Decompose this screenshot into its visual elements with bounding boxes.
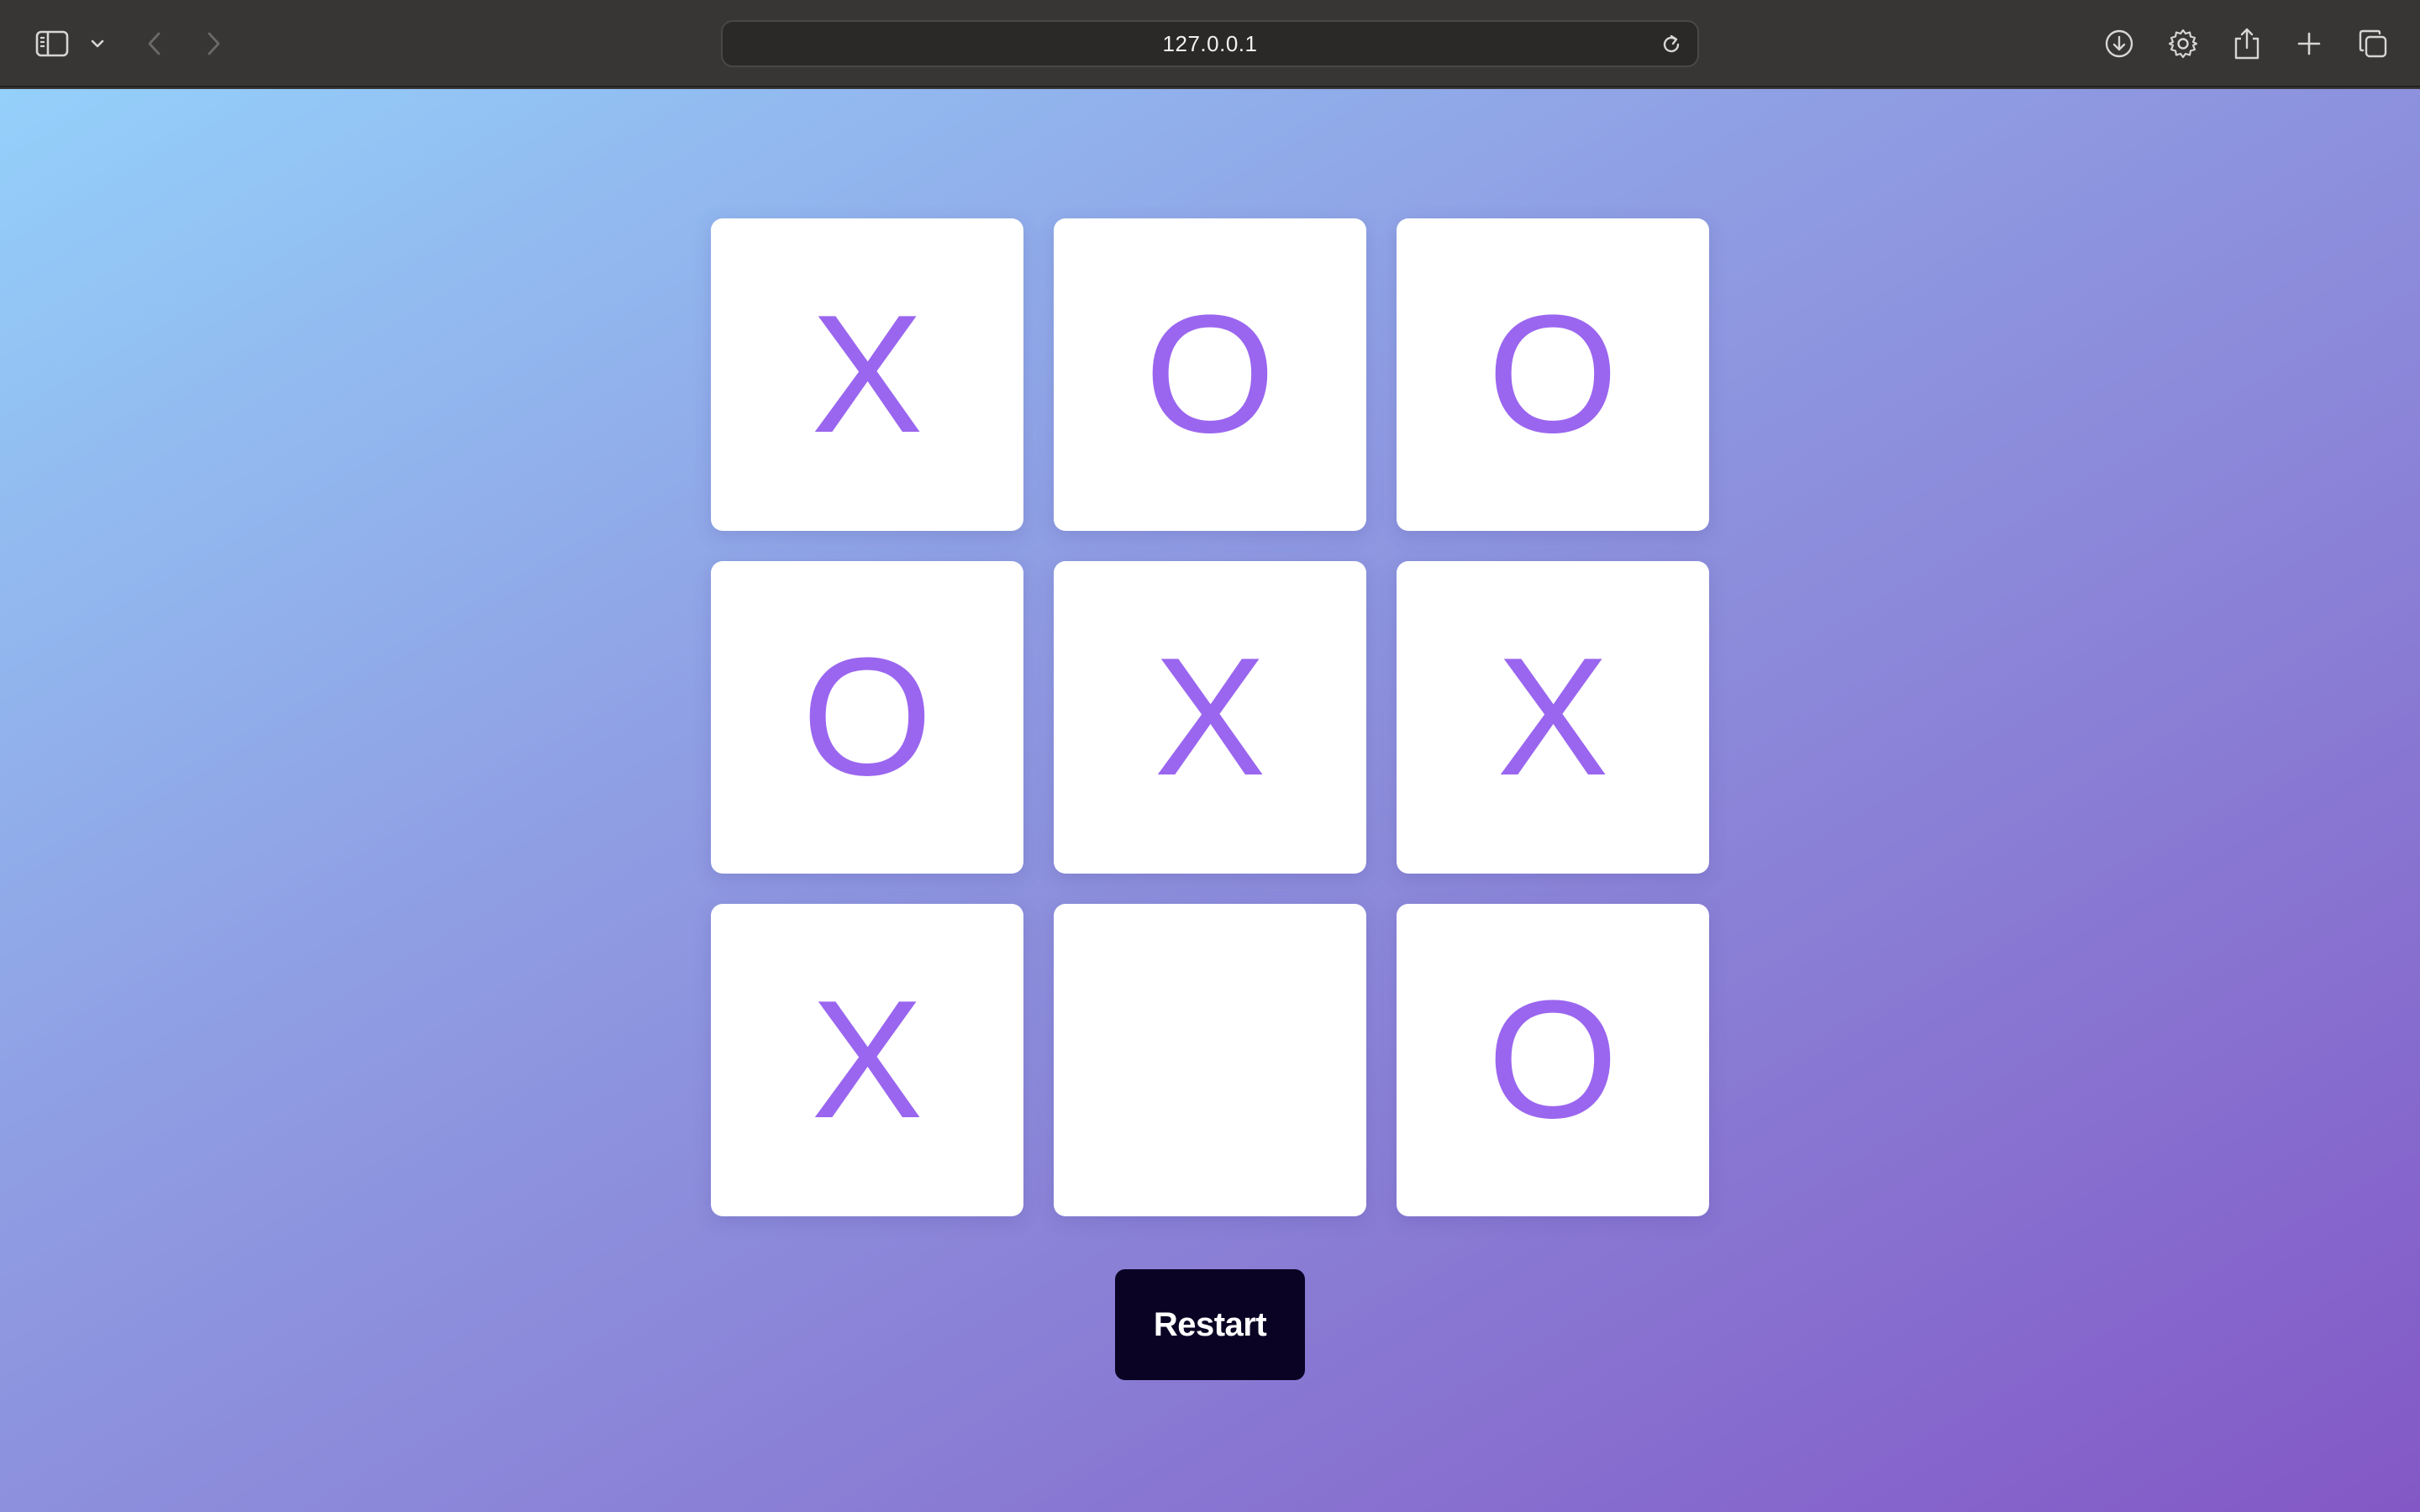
reload-button[interactable] [1657, 30, 1686, 59]
address-bar[interactable]: 127.0.0.1 [721, 20, 1699, 67]
reload-icon [1663, 34, 1680, 53]
sidebar-icon [35, 30, 69, 57]
forward-button[interactable] [192, 22, 235, 66]
gear-icon [2168, 29, 2198, 59]
chevron-right-icon [208, 32, 220, 55]
chevron-left-icon [148, 32, 160, 55]
new-tab-button[interactable] [2287, 22, 2331, 66]
board-cell-6[interactable]: X [1397, 561, 1709, 874]
board-cell-9[interactable]: O [1397, 904, 1709, 1216]
downloads-button[interactable] [2097, 22, 2141, 66]
sidebar-menu-button[interactable] [81, 22, 114, 66]
page-viewport: X O O O X X X O Restart [0, 89, 2420, 1512]
board-cell-7[interactable]: X [711, 904, 1023, 1216]
settings-button[interactable] [2161, 22, 2205, 66]
chevron-down-icon [91, 39, 104, 48]
tabs-icon [2359, 29, 2387, 58]
url-text: 127.0.0.1 [1162, 30, 1258, 56]
browser-toolbar: 127.0.0.1 [0, 0, 2420, 87]
back-button[interactable] [133, 22, 176, 66]
restart-button[interactable]: Restart [1115, 1269, 1305, 1380]
share-button[interactable] [2225, 22, 2269, 66]
board-cell-1[interactable]: X [711, 218, 1023, 531]
download-icon [2105, 29, 2133, 58]
board-cell-4[interactable]: O [711, 561, 1023, 874]
board-cell-3[interactable]: O [1397, 218, 1709, 531]
share-icon [2234, 28, 2260, 60]
tab-overview-button[interactable] [2351, 22, 2395, 66]
board-cell-5[interactable]: X [1054, 561, 1366, 874]
sidebar-toggle-button[interactable] [30, 22, 74, 66]
plus-icon [2297, 32, 2321, 55]
game-board: X O O O X X X O [711, 218, 1709, 1216]
board-cell-2[interactable]: O [1054, 218, 1366, 531]
board-cell-8[interactable] [1054, 904, 1366, 1216]
